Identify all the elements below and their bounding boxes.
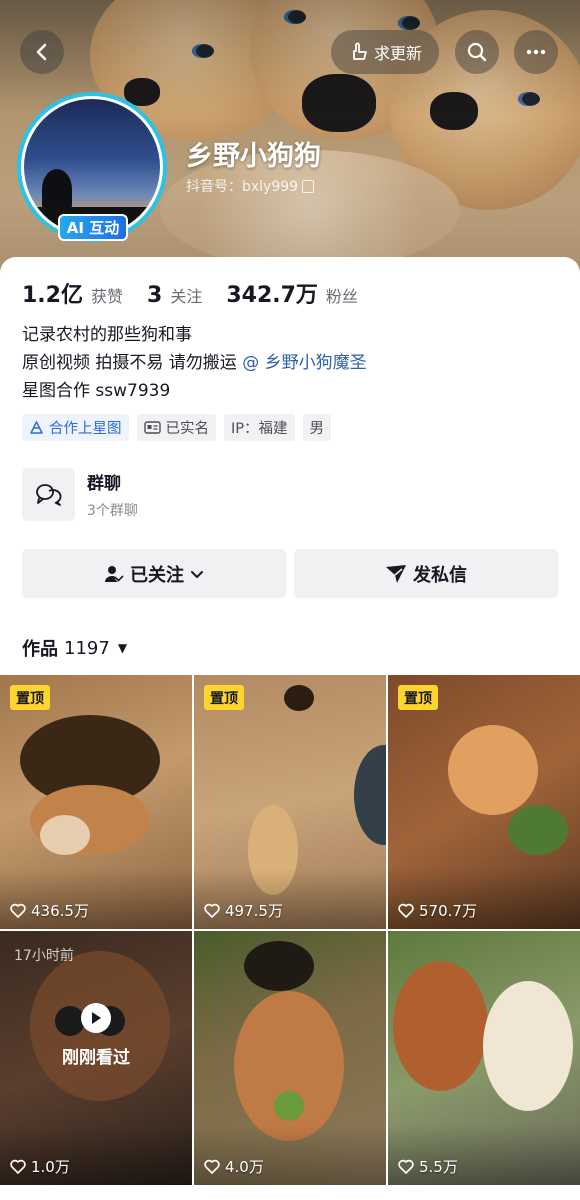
tag-gender-label: 男 xyxy=(309,421,325,437)
video-thumb-shape xyxy=(244,941,314,991)
video-card[interactable]: 17小时前 刚刚看过 1.0万 xyxy=(0,931,192,1185)
stat-likes-num: 1.2亿 xyxy=(22,283,83,308)
video-likes: 1.0万 xyxy=(10,1156,70,1177)
stat-following[interactable]: 3 关注 xyxy=(147,283,202,308)
stat-following-label: 关注 xyxy=(170,287,203,306)
send-message-label: 发私信 xyxy=(413,564,467,586)
video-likes-count: 1.0万 xyxy=(31,1158,70,1176)
video-card[interactable]: 5.5万 xyxy=(388,931,580,1185)
video-likes: 436.5万 xyxy=(10,900,89,921)
more-button[interactable] xyxy=(514,30,558,74)
pinned-badge: 置顶 xyxy=(10,685,50,710)
video-card[interactable]: 4.0万 xyxy=(194,931,386,1185)
tag-verified-label: 已实名 xyxy=(165,421,210,437)
heart-icon xyxy=(204,903,220,918)
stat-likes[interactable]: 1.2亿 获赞 xyxy=(22,277,123,309)
heart-icon xyxy=(10,1159,26,1174)
hand-point-icon xyxy=(353,42,367,60)
tag-ip: IP：福建 xyxy=(224,414,295,441)
caret-down-icon[interactable]: ▼ xyxy=(118,641,127,655)
tag-gender: 男 xyxy=(302,414,332,441)
tag-ip-label: IP：福建 xyxy=(231,421,288,437)
send-message-button[interactable]: 发私信 xyxy=(294,549,558,598)
profile-bio: 记录农村的那些狗和事 原创视频 拍摄不易 请勿搬运 @ 乡野小狗魔圣 星图合作 … xyxy=(22,321,367,405)
star-map-icon xyxy=(30,421,43,434)
stat-followers-num: 342.7万 xyxy=(226,283,318,308)
profile-page: 求更新 AI 互动 乡野小狗狗 抖音号：bxly999 1.2亿 获赞 3 关注 xyxy=(0,0,580,1200)
works-tab[interactable]: 作品 1197 ▼ xyxy=(22,635,127,661)
heart-icon xyxy=(204,1159,220,1174)
video-thumb-shape xyxy=(284,685,314,711)
video-likes-count: 497.5万 xyxy=(225,902,283,920)
video-likes: 570.7万 xyxy=(398,900,477,921)
video-thumb-shape xyxy=(393,961,488,1091)
more-dots-icon xyxy=(526,49,546,55)
profile-nickname: 乡野小狗狗 xyxy=(186,141,321,172)
video-likes-count: 4.0万 xyxy=(225,1158,264,1176)
video-thumb-shape xyxy=(508,805,568,855)
video-time-ago: 17小时前 xyxy=(14,948,74,964)
video-thumb-shape xyxy=(40,815,90,855)
tag-verified[interactable]: 已实名 xyxy=(136,414,216,441)
pinned-badge: 置顶 xyxy=(398,685,438,710)
profile-actions: 已关注 发私信 xyxy=(22,549,558,598)
video-card[interactable]: 置顶 570.7万 xyxy=(388,675,580,929)
avatar-tree xyxy=(42,169,72,209)
chevron-down-icon xyxy=(191,570,203,578)
heart-icon xyxy=(398,903,414,918)
video-likes: 4.0万 xyxy=(204,1156,264,1177)
stat-likes-label: 获赞 xyxy=(90,287,123,306)
pinned-badge: 置顶 xyxy=(204,685,244,710)
video-thumb-shape xyxy=(274,1091,304,1121)
bio-line-2-text: 原创视频 拍摄不易 请勿搬运 xyxy=(22,353,243,373)
video-likes-count: 436.5万 xyxy=(31,902,89,920)
back-arrow-icon xyxy=(36,43,47,61)
video-card[interactable]: 置顶 436.5万 xyxy=(0,675,192,929)
group-chat-text: 群聊 3个群聊 xyxy=(87,469,138,520)
video-likes: 497.5万 xyxy=(204,900,283,921)
video-card[interactable]: 置顶 497.5万 xyxy=(194,675,386,929)
copy-icon[interactable] xyxy=(302,179,315,193)
request-update-label: 求更新 xyxy=(373,44,422,63)
request-update-button[interactable]: 求更新 xyxy=(331,30,439,74)
bio-line-1: 记录农村的那些狗和事 xyxy=(22,325,192,345)
video-likes-count: 5.5万 xyxy=(419,1158,458,1176)
group-chat-subtitle: 3个群聊 xyxy=(87,503,138,519)
ai-interaction-badge[interactable]: AI 互动 xyxy=(58,214,128,241)
chat-bubbles-icon xyxy=(22,468,75,521)
stat-followers-label: 粉丝 xyxy=(325,287,358,306)
send-icon xyxy=(386,564,406,583)
group-chat-entry[interactable]: 群聊 3个群聊 xyxy=(22,468,138,521)
followed-button[interactable]: 已关注 xyxy=(22,549,286,598)
user-check-icon xyxy=(105,565,124,583)
tag-star-map[interactable]: 合作上星图 xyxy=(22,414,129,441)
followed-label: 已关注 xyxy=(130,564,184,586)
search-button[interactable] xyxy=(455,30,499,74)
back-button[interactable] xyxy=(20,30,64,74)
video-thumb-shape xyxy=(354,745,386,845)
stat-followers[interactable]: 342.7万 粉丝 xyxy=(226,277,358,309)
stat-following-num: 3 xyxy=(147,283,163,308)
douyin-id-text: 抖音号：bxly999 xyxy=(186,179,299,195)
bio-line-2: 原创视频 拍摄不易 请勿搬运 @ 乡野小狗魔圣 xyxy=(22,349,367,377)
video-likes-count: 570.7万 xyxy=(419,902,477,920)
video-thumb-shape xyxy=(483,981,573,1111)
profile-stats: 1.2亿 获赞 3 关注 342.7万 粉丝 xyxy=(22,277,382,309)
video-likes: 5.5万 xyxy=(398,1156,458,1177)
recently-watched-label: 刚刚看过 xyxy=(62,1048,130,1068)
tag-star-map-label: 合作上星图 xyxy=(49,421,122,437)
search-icon xyxy=(467,42,487,62)
profile-tags: 合作上星图 已实名 IP：福建 男 xyxy=(22,414,332,441)
works-label: 作品 xyxy=(22,639,58,660)
douyin-id[interactable]: 抖音号：bxly999 xyxy=(186,176,315,196)
heart-icon xyxy=(10,903,26,918)
video-thumb-shape xyxy=(448,725,538,815)
play-icon[interactable] xyxy=(81,1003,111,1033)
heart-icon xyxy=(398,1159,414,1174)
group-chat-title: 群聊 xyxy=(87,474,121,494)
id-card-icon xyxy=(143,421,161,434)
works-count: 1197 xyxy=(64,637,110,659)
bio-line-3: 星图合作 ssw7939 xyxy=(22,381,171,401)
bio-mention-link[interactable]: @ 乡野小狗魔圣 xyxy=(242,353,366,373)
